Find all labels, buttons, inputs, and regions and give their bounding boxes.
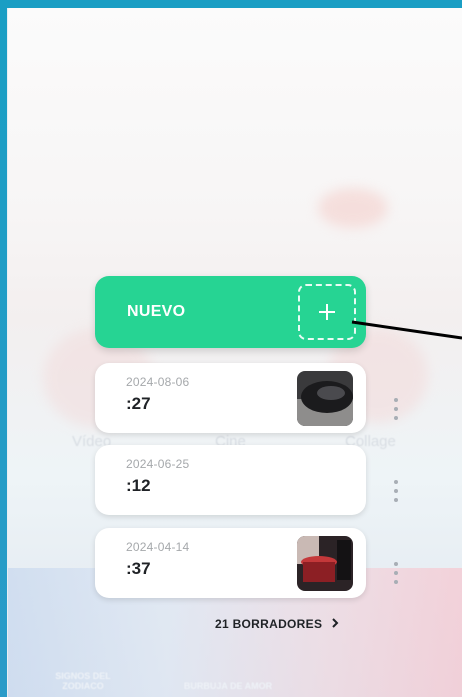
new-video-button[interactable]: NUEVO xyxy=(95,276,366,348)
plus-icon xyxy=(298,284,356,340)
draft-date: 2024-06-25 xyxy=(126,457,190,471)
draft-card[interactable]: 2024-06-25 :12 xyxy=(95,445,366,515)
chevron-right-icon xyxy=(332,617,339,631)
draft-card[interactable]: 2024-08-06 :27 xyxy=(95,363,366,433)
bg-heart-shape xyxy=(318,188,388,228)
all-drafts-label: 21 BORRADORES xyxy=(215,617,323,631)
draft-options-button[interactable] xyxy=(389,478,403,504)
new-button-label: NUEVO xyxy=(127,303,186,320)
bg-category-love-bubble: BURBUJA DE AMOR xyxy=(183,681,273,691)
all-drafts-link[interactable]: 21 BORRADORES xyxy=(215,617,339,631)
draft-options-button[interactable] xyxy=(389,396,403,422)
callout-pointer-line xyxy=(351,320,462,340)
draft-options-button[interactable] xyxy=(389,560,403,586)
draft-thumbnail xyxy=(297,371,353,426)
draft-card[interactable]: 2024-04-14 :37 xyxy=(95,528,366,598)
draft-duration: :12 xyxy=(126,476,151,495)
bg-category-zodiac: SIGNOS DEL ZODIACO xyxy=(55,671,111,691)
draft-thumbnail xyxy=(297,536,353,591)
